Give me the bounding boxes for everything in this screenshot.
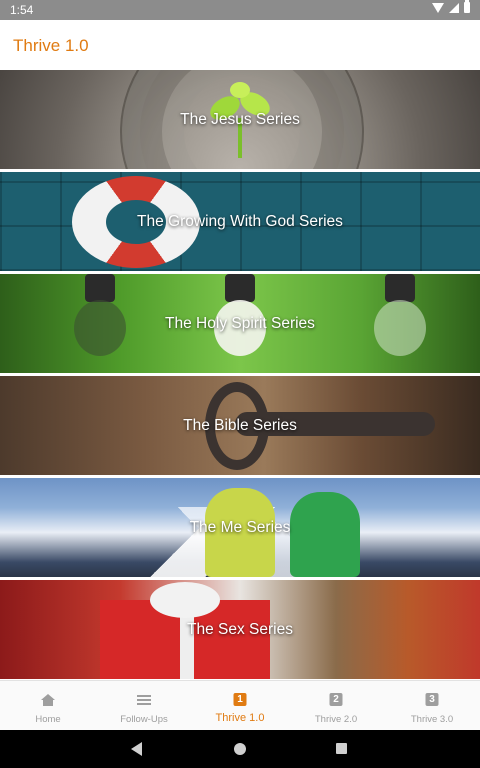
series-card-jesus[interactable]: The Jesus Series bbox=[0, 70, 480, 169]
battery-icon bbox=[464, 0, 470, 13]
series-card-label: The Growing With God Series bbox=[137, 212, 343, 230]
status-icons bbox=[432, 0, 470, 13]
bow-image bbox=[150, 582, 220, 618]
series-card-me[interactable]: The Me Series bbox=[0, 478, 480, 577]
status-time: 1:54 bbox=[10, 3, 34, 17]
series-card-sex[interactable]: The Sex Series bbox=[0, 580, 480, 679]
status-bar: 1:54 bbox=[0, 0, 480, 20]
signal-icon bbox=[449, 2, 459, 13]
series-card-label: The Jesus Series bbox=[180, 110, 300, 128]
number-3-icon: 3 bbox=[425, 693, 439, 706]
nav-label: Thrive 1.0 bbox=[215, 712, 265, 724]
nav-label: Home bbox=[35, 714, 61, 725]
wifi-icon bbox=[432, 2, 444, 13]
series-list[interactable]: The Jesus Series The Growing With God Se… bbox=[0, 70, 480, 680]
series-card-label: The Holy Spirit Series bbox=[165, 314, 315, 332]
nav-item-thrive-3[interactable]: 3 Thrive 3.0 bbox=[384, 681, 480, 731]
series-card-growing-with-god[interactable]: The Growing With God Series bbox=[0, 172, 480, 271]
list-icon bbox=[137, 695, 151, 705]
nav-item-thrive-1[interactable]: 1 Thrive 1.0 bbox=[192, 681, 288, 731]
nav-item-follow-ups[interactable]: Follow-Ups bbox=[96, 681, 192, 731]
page-title: Thrive 1.0 bbox=[13, 36, 89, 55]
nav-label: Thrive 2.0 bbox=[314, 714, 358, 725]
back-icon[interactable] bbox=[131, 742, 142, 756]
app-bar: Thrive 1.0 bbox=[0, 20, 480, 70]
home-icon bbox=[41, 694, 55, 706]
series-card-label: The Sex Series bbox=[187, 620, 293, 638]
number-2-icon: 2 bbox=[329, 693, 343, 706]
series-card-holy-spirit[interactable]: The Holy Spirit Series bbox=[0, 274, 480, 373]
number-1-icon: 1 bbox=[233, 693, 247, 706]
nav-item-home[interactable]: Home bbox=[0, 681, 96, 731]
nav-label: Thrive 3.0 bbox=[410, 714, 454, 725]
series-card-label: The Me Series bbox=[189, 518, 291, 536]
home-circle-icon[interactable] bbox=[234, 743, 246, 755]
nav-item-thrive-2[interactable]: 2 Thrive 2.0 bbox=[288, 681, 384, 731]
recents-icon[interactable] bbox=[336, 743, 347, 754]
bottom-nav: Home Follow-Ups 1 Thrive 1.0 2 Thrive 2.… bbox=[0, 680, 480, 731]
series-card-bible[interactable]: The Bible Series bbox=[0, 376, 480, 475]
series-card-label: The Bible Series bbox=[183, 416, 297, 434]
nav-label: Follow-Ups bbox=[120, 714, 168, 725]
system-nav-bar bbox=[0, 730, 480, 768]
